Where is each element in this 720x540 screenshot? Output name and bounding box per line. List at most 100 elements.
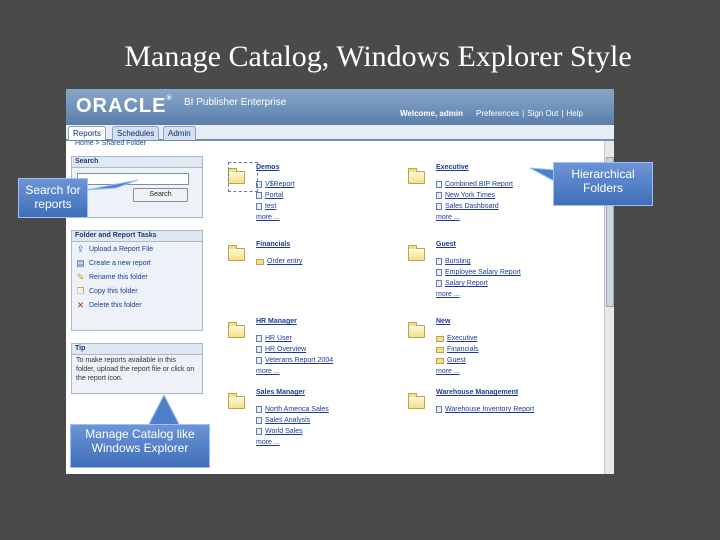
report-icon: [256, 417, 262, 424]
folder-item[interactable]: Guest: [436, 357, 466, 364]
task-item[interactable]: ▤ Create a new report: [76, 259, 151, 268]
folder-icon[interactable]: [228, 393, 245, 409]
folder-item[interactable]: Sales Analysis: [256, 417, 310, 424]
folder-name[interactable]: Executive: [436, 164, 469, 171]
folder-item-label: Executive: [447, 335, 478, 342]
folder-icon[interactable]: [408, 168, 425, 184]
subfolder-icon: [436, 346, 444, 353]
folder-item[interactable]: North America Sales: [256, 406, 329, 413]
more-link[interactable]: more ...: [436, 368, 460, 375]
folder-name[interactable]: Demos: [256, 164, 279, 171]
more-link[interactable]: more ...: [256, 368, 280, 375]
folder-item-label: World Sales: [265, 428, 303, 435]
folder-item-label: Financials: [447, 346, 479, 353]
report-icon: [256, 335, 262, 342]
task-item[interactable]: ✎ Rename this folder: [76, 273, 148, 282]
search-box: Search: [71, 156, 203, 218]
folder-item-label: HR Overview: [265, 346, 307, 353]
folder-item[interactable]: test: [256, 203, 276, 210]
folder-item[interactable]: V$Report: [256, 181, 295, 188]
more-link[interactable]: more ...: [256, 214, 280, 221]
tab-reports[interactable]: Reports: [68, 126, 107, 140]
folder-item[interactable]: Bursting: [436, 258, 471, 265]
task-label: Delete this folder: [89, 302, 142, 309]
task-label: Copy this folder: [89, 288, 138, 295]
delete-icon: ✕: [76, 300, 85, 310]
task-label: Upload a Report File: [89, 246, 154, 253]
report-icon: [436, 280, 442, 287]
folder-name[interactable]: Financials: [256, 241, 290, 248]
folder-icon[interactable]: [408, 245, 425, 261]
welcome-text: Welcome, admin: [400, 109, 463, 118]
folder-icon[interactable]: [408, 322, 425, 338]
report-icon: [256, 406, 262, 413]
new-report-icon: ▤: [76, 258, 85, 268]
folder-name[interactable]: Warehouse Management: [436, 389, 518, 396]
banner: ORACLE® BI Publisher Enterprise Welcome,…: [66, 89, 614, 125]
folder-item[interactable]: Sales Dashboard: [436, 203, 499, 210]
more-link[interactable]: more ...: [436, 291, 460, 298]
tab-admin[interactable]: Admin: [163, 126, 196, 140]
tip-text: To make reports available in this folder…: [76, 357, 195, 382]
subfolder-icon: [436, 357, 444, 364]
global-links: Preferences | Sign Out | Help: [476, 109, 583, 118]
folder-item-label: Portal: [265, 192, 284, 199]
sign-out-link[interactable]: Sign Out: [527, 109, 558, 118]
folder-item[interactable]: Warehouse Inventory Report: [436, 406, 534, 413]
folder-item-label: Sales Analysis: [265, 417, 311, 424]
more-link[interactable]: more ...: [436, 214, 460, 221]
upload-icon: ⇪: [76, 244, 85, 254]
report-icon: [256, 346, 262, 353]
help-link[interactable]: Help: [566, 109, 582, 118]
preferences-link[interactable]: Preferences: [476, 109, 519, 118]
search-callout: Search for reports: [18, 178, 88, 218]
folder-item-label: Salary Report: [445, 280, 488, 287]
folder-item[interactable]: Order entry: [256, 258, 302, 265]
folder-item[interactable]: Portal: [256, 192, 283, 199]
rename-icon: ✎: [76, 272, 85, 282]
folder-item-label: Veterans Report 2004: [265, 357, 334, 364]
subfolder-icon: [256, 258, 264, 265]
folder-item[interactable]: Executive: [436, 335, 477, 342]
report-icon: [256, 357, 262, 364]
folder-item[interactable]: HR User: [256, 335, 292, 342]
more-link[interactable]: more ...: [256, 439, 280, 446]
folder-icon[interactable]: [228, 322, 245, 338]
folder-item-label: North America Sales: [265, 406, 329, 413]
tab-schedules[interactable]: Schedules: [112, 126, 160, 140]
folder-item-label: Sales Dashboard: [445, 203, 499, 210]
task-item[interactable]: ⇪ Upload a Report File: [76, 245, 153, 254]
folder-item-label: test: [265, 203, 277, 210]
folder-item-label: Combined BIP Report: [445, 181, 513, 188]
folder-icon[interactable]: [228, 245, 245, 261]
folder-item[interactable]: World Sales: [256, 428, 303, 435]
task-item[interactable]: ✕ Delete this folder: [76, 301, 142, 310]
breadcrumb[interactable]: Home > Shared Folder: [75, 140, 146, 147]
task-label: Create a new report: [89, 260, 151, 267]
search-button[interactable]: Search: [133, 188, 188, 202]
manage-catalog-callout: Manage Catalog like Windows Explorer: [70, 424, 210, 468]
folder-item[interactable]: New York Times: [436, 192, 495, 199]
folder-name[interactable]: New: [436, 318, 450, 325]
folder-icon[interactable]: [408, 393, 425, 409]
report-icon: [256, 428, 262, 435]
folder-name[interactable]: Sales Manager: [256, 389, 305, 396]
folder-name[interactable]: HR Manager: [256, 318, 297, 325]
task-item[interactable]: ❐ Copy this folder: [76, 287, 138, 296]
folder-item-label: Order entry: [267, 258, 303, 265]
oracle-logo: ORACLE®: [76, 95, 173, 117]
selection-highlight: [228, 162, 258, 192]
subfolder-icon: [436, 335, 444, 342]
tab-bar: Reports Schedules Admin: [66, 125, 614, 141]
folder-item[interactable]: Employee Salary Report: [436, 269, 521, 276]
folder-item[interactable]: HR Overview: [256, 346, 306, 353]
folder-name[interactable]: Guest: [436, 241, 456, 248]
folder-item-label: New York Times: [445, 192, 496, 199]
folder-item[interactable]: Salary Report: [436, 280, 488, 287]
folder-item-label: Employee Salary Report: [445, 269, 521, 276]
folder-item[interactable]: Veterans Report 2004: [256, 357, 333, 364]
search-input[interactable]: [77, 173, 189, 185]
logo-text: ORACLE: [76, 95, 167, 117]
folder-item[interactable]: Combined BIP Report: [436, 181, 513, 188]
folder-item[interactable]: Financials: [436, 346, 479, 353]
